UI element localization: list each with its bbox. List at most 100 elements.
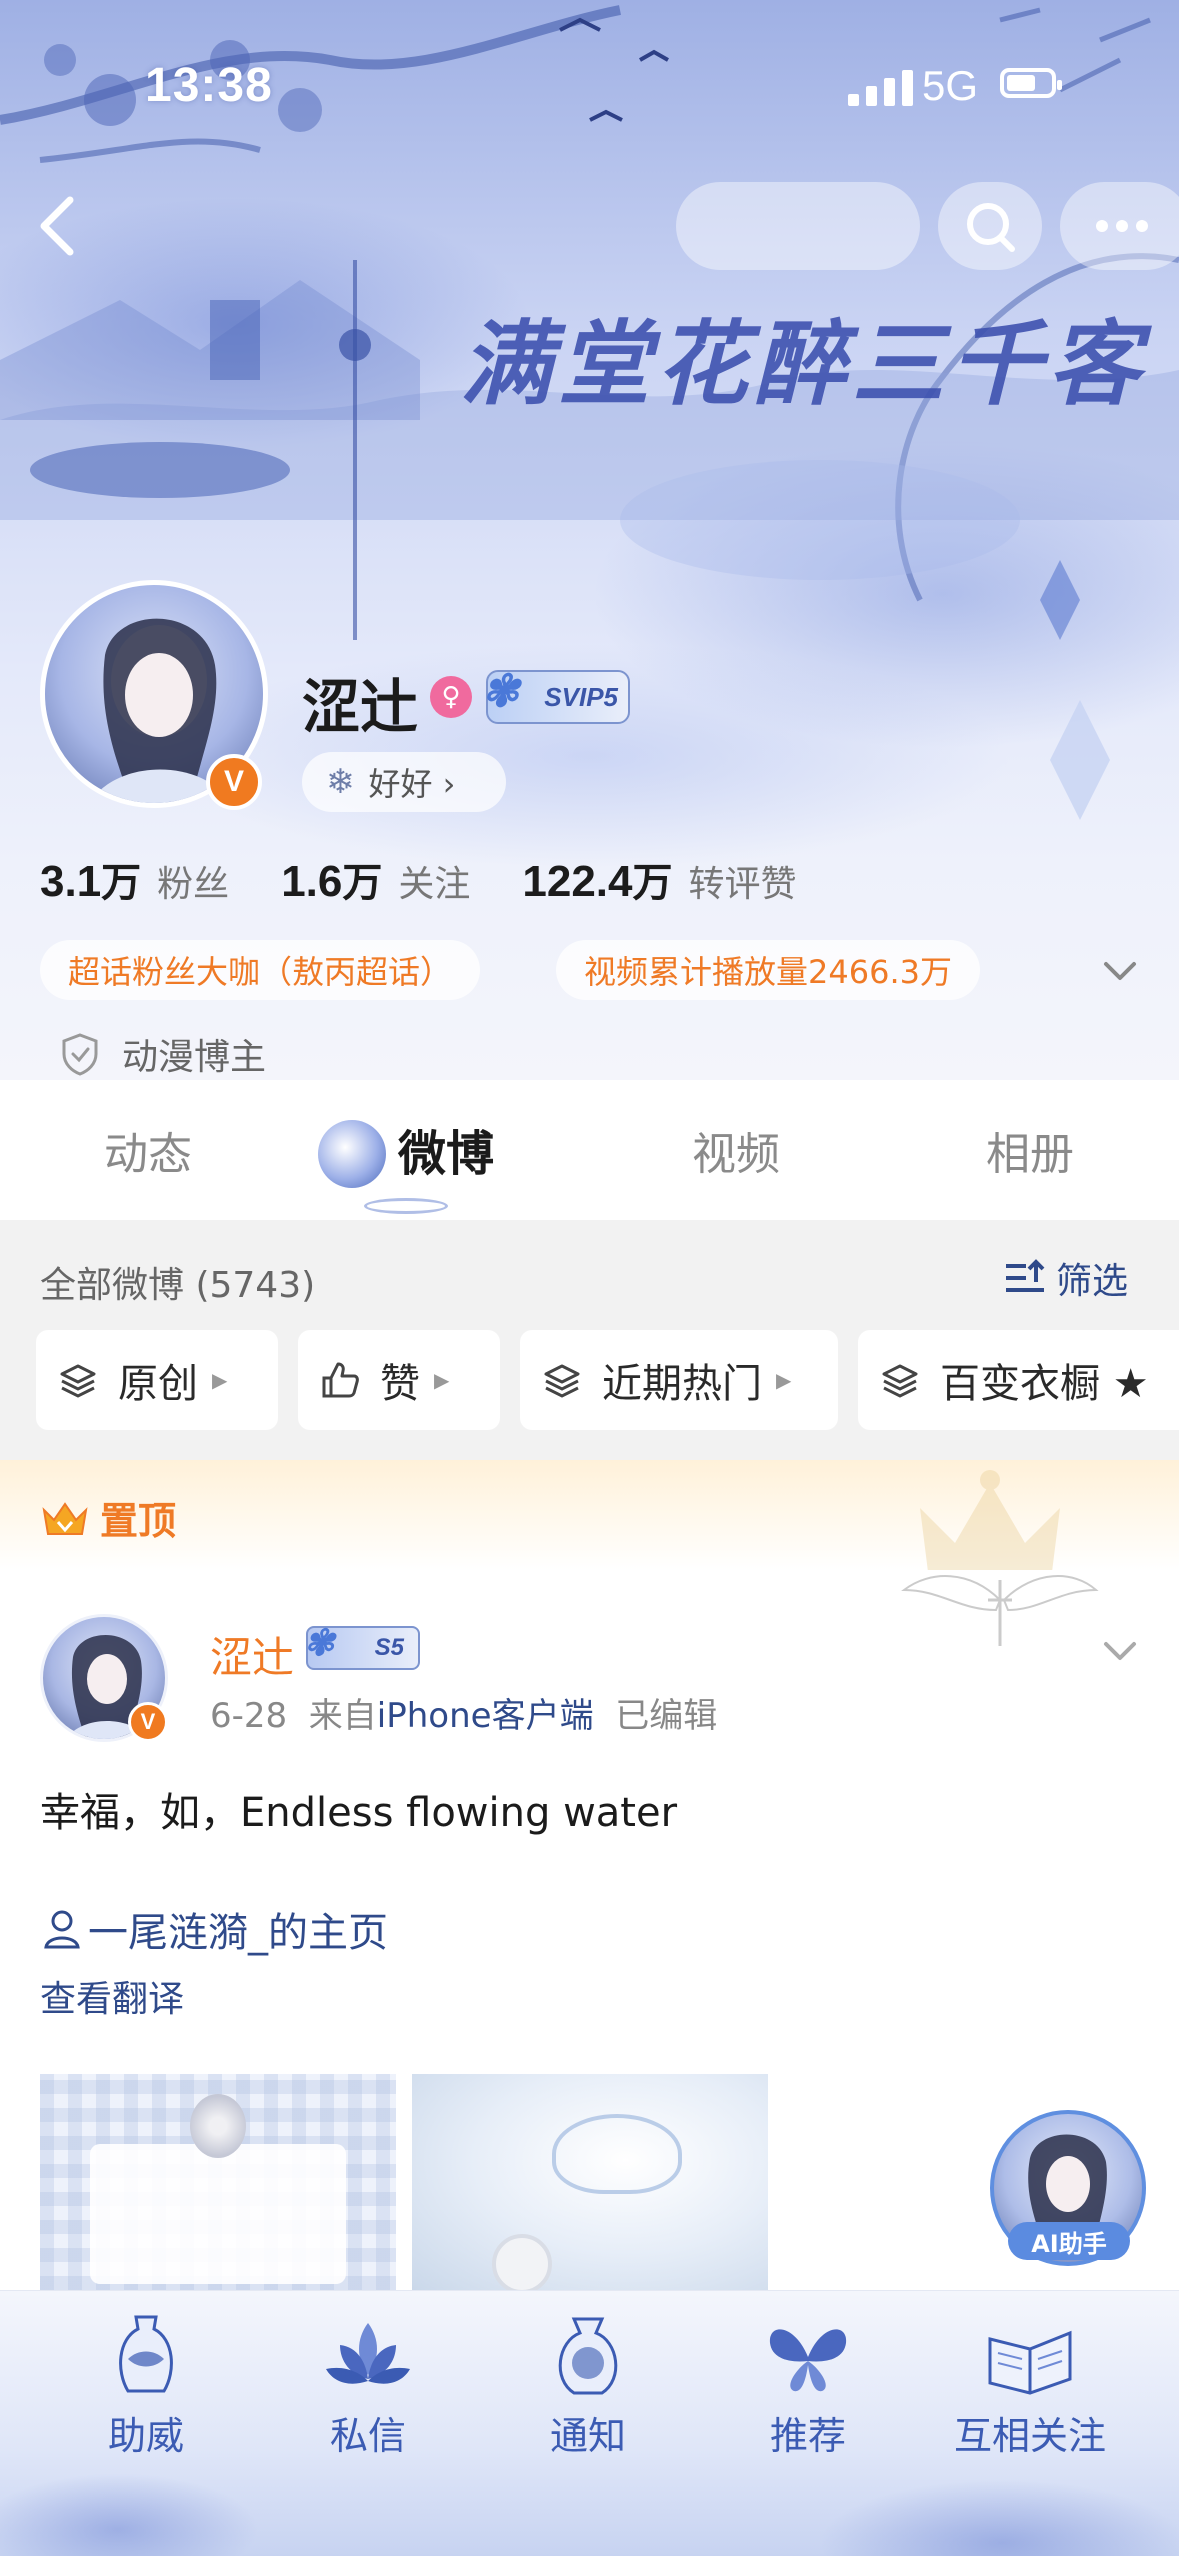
stat-interactions-label: 转评赞 [688,864,797,905]
post-image-1[interactable] [40,2074,396,2290]
verified-badge-icon: V [128,1702,168,1742]
stat-interactions-unit: 万 [632,860,673,906]
svip-badge[interactable]: ✾ SVIP5 [482,667,630,724]
battery-icon [1000,68,1062,98]
caret-right-icon: ▶ [776,1368,792,1392]
nav-mutual-follow-label: 互相关注 [953,2414,1106,2458]
tab-weibo[interactable]: 微博 [398,1114,494,1184]
stat-fans-value: 3.1 [40,857,102,906]
profile-category[interactable]: 动漫博主 [60,1024,266,1080]
stat-following-unit: 万 [342,860,383,906]
nav-recommend[interactable]: 推荐 [708,2309,908,2460]
cover-calligraphy: 满堂花醉三千客 [460,310,1147,418]
nav-messages[interactable]: 私信 [268,2309,468,2460]
chip-original-label: 原创 [118,1361,198,1407]
chip-likes[interactable]: 赞 ▶ [298,1330,500,1430]
cover-pill-button[interactable] [676,182,920,270]
all-weibo-count: 全部微博 (5743) [40,1265,316,1306]
svip-level-badge[interactable]: ✾ S5 [304,1622,420,1670]
svip-label: SVIP5 [544,681,618,712]
tab-active-indicator [364,1198,448,1214]
tab-album[interactable]: 相册 [986,1118,1074,1182]
profile-cover: 13:38 5G 满堂花醉三千客 V 涩辻 ♀ ✾ SVIP5 ❄ 好好 › 3… [0,0,1179,1080]
post-mention-label: 一尾涟漪_的主页 [88,1910,388,1956]
stat-fans[interactable]: 3.1万 粉丝 [40,850,229,908]
stat-interactions-number: 122.4万 [522,850,672,908]
layers-icon [882,1364,918,1398]
tab-video[interactable]: 视频 [692,1118,780,1182]
nav-notifications[interactable]: 通知 [488,2309,688,2460]
search-button[interactable] [938,182,1042,270]
image-ribbon [552,2114,682,2194]
image-coin [492,2234,552,2290]
filter-sort-icon [1006,1259,1045,1292]
post-from-prefix: 来自 [308,1696,377,1736]
nav-notifications-label: 通知 [549,2414,626,2458]
tab-feed[interactable]: 动态 [104,1118,192,1182]
nav-cheer-label: 助威 [107,2414,184,2458]
category-label: 动漫博主 [122,1037,267,1078]
chevron-down-icon[interactable] [1096,946,1144,994]
chip-original[interactable]: 原创 ▶ [36,1330,278,1430]
nav-mutual-follow[interactable]: 互相关注 [930,2309,1130,2460]
post-body: 幸福，如，Endless flowing water [40,1790,678,1836]
shield-icon [62,1033,98,1076]
stat-interactions[interactable]: 122.4万 转评赞 [522,850,796,908]
search-icon [967,203,1015,252]
thumbs-up-icon [322,1362,359,1398]
butterfly-icon: ✾ [482,667,519,716]
filter-button[interactable]: 筛选 [1004,1252,1128,1304]
image-card [90,2144,346,2284]
bottom-nav: 助威 私信 通知 推荐 互相关注 [0,2290,1179,2556]
profile-tabs: 动态 微博 视频 相册 [0,1080,1179,1220]
filter-label: 筛选 [1056,1261,1129,1302]
network-type: 5G [922,62,979,109]
chevron-down-icon[interactable] [1096,1626,1144,1674]
stat-fans-unit: 万 [101,860,142,906]
chip-wardrobe-label: 百变衣橱 ★ [940,1361,1149,1407]
super-topic-pill[interactable]: 超话粉丝大咖（敖丙超话） [40,940,481,1000]
nav-recommend-label: 推荐 [769,2414,846,2458]
stat-following-value: 1.6 [281,857,343,906]
video-plays-pill[interactable]: 视频累计播放量2466.3万 [556,940,980,1000]
post-mention-link[interactable]: 一尾涟漪_的主页 [40,1900,388,1958]
post-author-name[interactable]: 涩辻 [210,1624,294,1685]
butterfly-icon [769,2329,847,2392]
tab-active-decoration-icon [318,1120,386,1188]
nav-cheer[interactable]: 助威 [46,2309,246,2460]
post-image-2[interactable] [412,2074,768,2290]
post-date: 6-28 [210,1696,288,1736]
view-translation-link[interactable]: 查看翻译 [40,1970,184,2022]
post-source[interactable]: iPhone客户端 [377,1696,594,1736]
vase-icon [119,2315,173,2393]
status-time: 13:38 [145,59,273,112]
caret-right-icon: ▶ [434,1368,450,1392]
crown-icon [42,1501,88,1535]
chip-recent-hot[interactable]: 近期热门 ▶ [520,1330,838,1430]
stat-following-label: 关注 [398,864,471,905]
user-icon [44,1910,80,1949]
chip-recent-hot-label: 近期热门 [602,1361,762,1407]
weibo-filter-area: 全部微博 (5743) 筛选 原创 ▶ 赞 ▶ 近期热门 ▶ 百变衣橱 ★ [0,1220,1179,1460]
snowflake-icon: ❄ [326,762,355,802]
stat-interactions-value: 122.4 [522,857,633,906]
status-bar: 13:38 5G [0,0,1179,170]
chip-likes-label: 赞 [380,1361,420,1407]
follow-tag-label: 好好 › [368,765,456,803]
ai-assistant-label[interactable]: AI助手 [1008,2222,1130,2260]
post-edited: 已编辑 [615,1696,718,1736]
post-meta: 6-28 来自iPhone客户端 已编辑 [210,1688,717,1737]
signal-icon [848,70,913,106]
more-dots-icon [1096,220,1148,232]
wings-watermark-icon [901,1575,1099,1646]
butterfly-icon: ✾ [304,1622,335,1663]
stat-following[interactable]: 1.6万 关注 [281,850,470,908]
more-button[interactable] [1060,182,1179,270]
image-figure [190,2094,246,2158]
lotus-icon [326,2323,410,2384]
back-arrow-icon[interactable] [28,190,88,262]
follow-group-tag[interactable]: ❄ 好好 › [302,752,506,812]
chip-wardrobe[interactable]: 百变衣橱 ★ [858,1330,1179,1430]
profile-nickname: 涩辻 [302,673,419,741]
stat-fans-number: 3.1万 [40,850,141,908]
